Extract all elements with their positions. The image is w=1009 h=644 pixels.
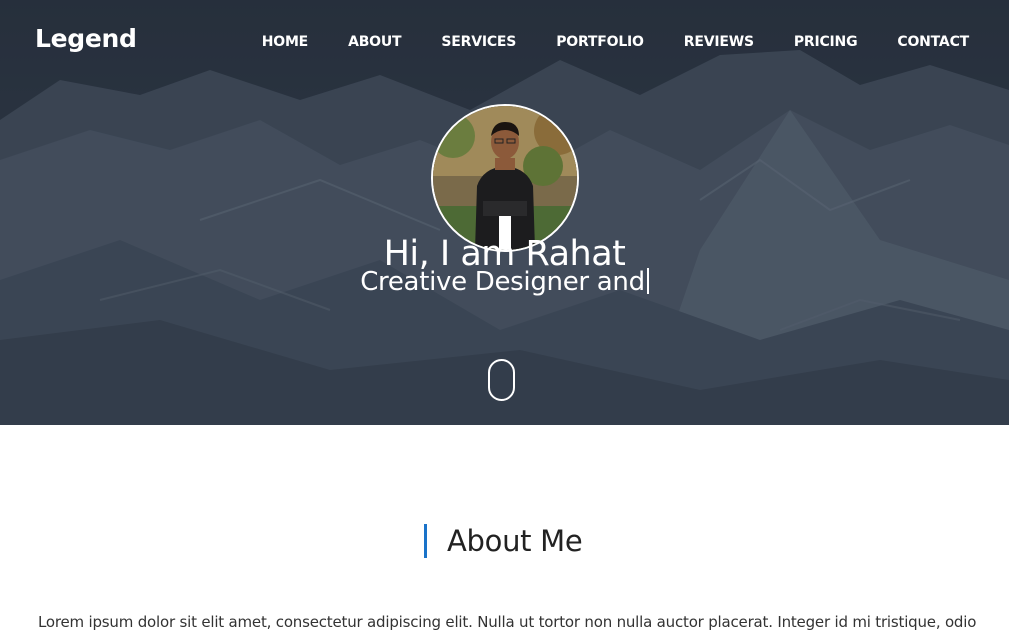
nav-link-services[interactable]: SERVICES	[441, 34, 516, 50]
nav-link-home[interactable]: HOME	[262, 34, 309, 50]
nav-item-pricing: PRICING	[794, 31, 858, 50]
nav-item-reviews: REVIEWS	[684, 31, 754, 50]
hero-subtitle-text: Creative Designer and	[360, 267, 645, 297]
profile-avatar	[431, 104, 579, 252]
nav-link-pricing[interactable]: PRICING	[794, 34, 858, 50]
nav-link-about[interactable]: ABOUT	[348, 34, 402, 50]
nav-menu: HOME ABOUT SERVICES PORTFOLIO REVIEWS PR…	[222, 31, 969, 50]
navbar: Legend HOME ABOUT SERVICES PORTFOLIO REV…	[0, 0, 1009, 80]
nav-item-portfolio: PORTFOLIO	[556, 31, 644, 50]
mouse-scroll-icon[interactable]	[488, 359, 515, 401]
nav-link-contact[interactable]: CONTACT	[897, 34, 969, 50]
about-title: About Me	[424, 524, 583, 558]
nav-item-about: ABOUT	[348, 31, 402, 50]
hero-section: Legend HOME ABOUT SERVICES PORTFOLIO REV…	[0, 0, 1009, 425]
about-text: Lorem ipsum dolor sit elit amet, consect…	[38, 613, 977, 631]
brand-logo[interactable]: Legend	[35, 24, 137, 53]
hero-subtitle-typed: Creative Designer and	[0, 267, 1009, 297]
nav-item-services: SERVICES	[441, 31, 516, 50]
nav-item-home: HOME	[262, 31, 309, 50]
nav-item-contact: CONTACT	[897, 31, 969, 50]
typing-cursor	[646, 268, 649, 294]
nav-link-reviews[interactable]: REVIEWS	[684, 34, 754, 50]
profile-photo	[433, 106, 577, 250]
nav-link-portfolio[interactable]: PORTFOLIO	[556, 34, 644, 50]
